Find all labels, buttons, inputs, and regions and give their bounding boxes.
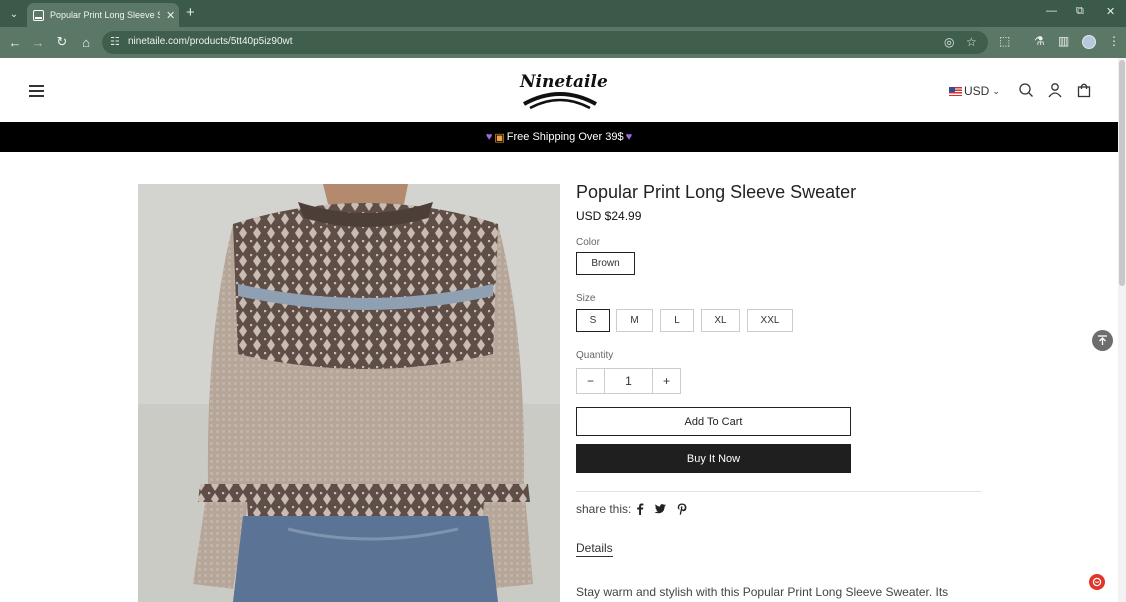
tab-title: Popular Print Long Sleeve Sweater <box>50 10 160 20</box>
labs-icon[interactable]: ⚗ <box>1034 34 1045 48</box>
profile-avatar[interactable] <box>1082 35 1096 49</box>
add-to-cart-label: Add To Cart <box>684 415 743 428</box>
address-bar[interactable]: ☷ ninetaile.com/products/5tt40p5iz90wt ◎… <box>102 31 988 54</box>
eye-off-icon[interactable]: ◎ <box>944 35 954 49</box>
sweater-illustration <box>138 184 560 602</box>
logo-text: Ninetaile <box>520 72 608 92</box>
divider <box>576 491 982 492</box>
quantity-label: Quantity <box>576 350 614 361</box>
size-option-xxl[interactable]: XXL <box>747 309 793 332</box>
size-option-label: XL <box>714 315 727 326</box>
hamburger-menu-icon[interactable] <box>29 85 44 100</box>
currency-selector[interactable]: USD ⌄ <box>949 84 1000 98</box>
search-icon[interactable] <box>1018 82 1034 98</box>
share-label: share this: <box>576 502 632 516</box>
new-tab-icon[interactable]: + <box>186 4 195 21</box>
product-description: Stay warm and stylish with this Popular … <box>576 585 949 599</box>
url-text[interactable]: ninetaile.com/products/5tt40p5iz90wt <box>128 36 293 47</box>
site-logo[interactable]: Ninetaile <box>520 70 608 110</box>
browser-tab[interactable]: Popular Print Long Sleeve Sweater ✕ <box>27 3 179 27</box>
us-flag-icon <box>949 86 962 96</box>
buy-now-label: Buy It Now <box>686 452 741 465</box>
size-option-label: S <box>589 315 597 326</box>
product-title: Popular Print Long Sleeve Sweater <box>576 182 857 202</box>
color-label: Color <box>576 237 600 248</box>
back-icon[interactable]: ← <box>7 34 23 50</box>
site-info-icon[interactable]: ☷ <box>110 35 120 48</box>
size-label: Size <box>576 293 596 304</box>
chevron-down-icon: ⌄ <box>992 85 1000 96</box>
quantity-input[interactable]: 1 <box>604 369 653 393</box>
promo-banner: ♥ ▣ Free Shipping Over 39$ ♥ <box>0 122 1118 152</box>
product-price: USD $24.99 <box>576 209 642 223</box>
size-option-s[interactable]: S <box>576 309 610 332</box>
arrow-up-icon <box>1098 335 1107 345</box>
browser-toolbar: ← → ↻ ⌂ ☷ ninetaile.com/products/5tt40p5… <box>0 27 1126 58</box>
facebook-icon[interactable] <box>633 502 647 516</box>
tab-close-icon[interactable]: ✕ <box>166 9 175 22</box>
back-to-top-button[interactable] <box>1092 330 1113 351</box>
window-close-icon[interactable]: ✕ <box>1106 5 1115 18</box>
account-icon[interactable] <box>1047 82 1063 98</box>
extensions-icon[interactable]: ⬚ <box>999 34 1010 48</box>
promo-text: Free Shipping Over 39$ <box>506 131 624 143</box>
size-option-m[interactable]: M <box>616 309 653 332</box>
minus-icon[interactable]: − <box>577 369 604 393</box>
more-menu-icon[interactable]: ⋮ <box>1108 34 1120 48</box>
tab-favicon-icon <box>33 9 44 21</box>
size-option-label: XXL <box>760 315 780 326</box>
browser-tab-bar: ⌄ Popular Print Long Sleeve Sweater ✕ + … <box>0 0 1126 27</box>
size-option-xl[interactable]: XL <box>701 309 740 332</box>
gift-icon: ▣ <box>494 131 505 144</box>
color-option-brown[interactable]: Brown <box>576 252 635 275</box>
plus-icon[interactable]: + <box>653 369 680 393</box>
details-tab[interactable]: Details <box>576 541 613 557</box>
chat-icon <box>1092 577 1102 587</box>
add-to-cart-button[interactable]: Add To Cart <box>576 407 851 436</box>
size-option-l[interactable]: L <box>660 309 694 332</box>
pinterest-icon[interactable] <box>675 502 689 516</box>
twitter-icon[interactable] <box>653 502 667 516</box>
size-option-label: M <box>630 315 639 326</box>
tab-search-icon[interactable]: ⌄ <box>5 5 23 23</box>
home-icon[interactable]: ⌂ <box>78 34 94 50</box>
bookmark-star-icon[interactable]: ☆ <box>966 35 977 49</box>
minimize-icon[interactable]: — <box>1046 5 1057 17</box>
chat-widget-icon[interactable] <box>1089 574 1105 590</box>
purple-heart-icon: ♥ <box>485 131 493 143</box>
currency-label: USD <box>964 84 990 98</box>
restore-icon[interactable]: ⧉ <box>1076 5 1084 18</box>
page-scrollbar-thumb[interactable] <box>1119 60 1125 286</box>
quantity-stepper: − 1 + <box>576 368 681 394</box>
reload-icon[interactable]: ↻ <box>54 34 70 50</box>
buy-now-button[interactable]: Buy It Now <box>576 444 851 473</box>
site-header: Ninetaile USD ⌄ <box>0 58 1118 122</box>
side-panel-icon[interactable]: ▥ <box>1058 34 1069 48</box>
purple-heart-icon: ♥ <box>625 131 633 143</box>
forward-icon[interactable]: → <box>30 34 46 50</box>
cart-bag-icon[interactable] <box>1076 82 1092 98</box>
size-option-label: L <box>674 315 680 326</box>
product-image[interactable] <box>138 184 560 602</box>
color-option-label: Brown <box>591 258 620 269</box>
